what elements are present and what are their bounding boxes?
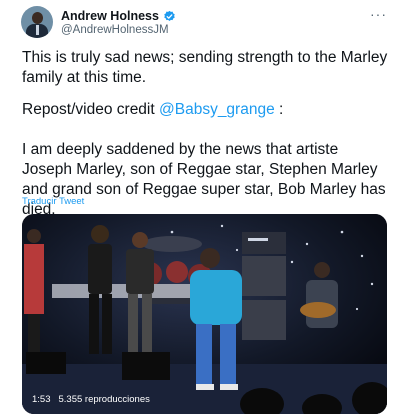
author-name-row: Andrew Holness <box>61 9 176 23</box>
author-handle[interactable]: @AndrewHolnessJM <box>61 24 169 36</box>
avatar-tie <box>36 25 39 35</box>
translate-tweet-link[interactable]: Traducir Tweet <box>22 196 84 207</box>
video-overlay: 1:53 5.355 reproducciones <box>32 394 150 405</box>
video-frame <box>22 214 387 414</box>
verified-badge-icon <box>164 10 175 21</box>
credit-prefix: Repost/video credit <box>22 101 159 118</box>
avatar-head <box>32 12 43 24</box>
tweet: Andrew Holness @AndrewHolnessJM ··· This… <box>0 0 420 420</box>
video-views: 5.355 reproducciones <box>58 394 150 405</box>
more-options-icon[interactable]: ··· <box>370 7 387 21</box>
mention-link[interactable]: @Babsy_grange <box>159 101 275 118</box>
amplifier-stack <box>242 232 286 340</box>
video-player[interactable]: 1:53 5.355 reproducciones <box>22 214 387 414</box>
tweet-text-paragraph-3: I am deeply saddened by the news that ar… <box>22 141 386 218</box>
avatar[interactable] <box>21 6 53 38</box>
tweet-text-paragraph-2: Repost/video credit @Babsy_grange : <box>22 100 392 120</box>
author-name[interactable]: Andrew Holness <box>61 9 159 23</box>
video-duration: 1:53 <box>32 394 51 405</box>
tweet-text-paragraph-1: This is truly sad news; sending strength… <box>22 49 388 86</box>
credit-suffix: : <box>274 101 284 118</box>
